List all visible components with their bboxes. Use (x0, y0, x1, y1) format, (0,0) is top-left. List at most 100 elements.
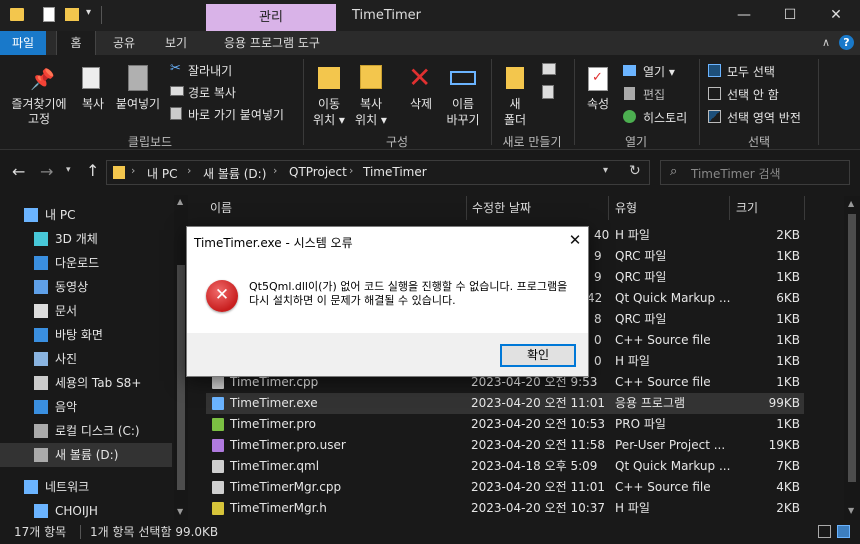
tab-file[interactable]: 파일 (0, 31, 46, 55)
column-header-type[interactable]: 유형 (615, 196, 637, 220)
new-folder-quick-icon[interactable] (65, 8, 79, 21)
nav-item-label: 문서 (55, 304, 78, 318)
scroll-down-icon[interactable]: ▼ (177, 507, 183, 516)
nav-item-label: 3D 개체 (55, 232, 98, 246)
scroll-up-icon[interactable]: ▲ (177, 197, 183, 206)
paste-shortcut-label: 바로 가기 붙여넣기 (188, 108, 284, 122)
recent-locations-icon[interactable]: ▾ (66, 165, 71, 175)
back-arrow-icon[interactable]: ← (12, 162, 25, 181)
column-header-modified[interactable]: 수정한 날짜 (472, 196, 531, 220)
list-scrollbar[interactable]: ▲ ▼ (844, 196, 860, 520)
address-bar[interactable]: › 내 PC › 새 볼륨 (D:) › QTProject › TimeTim… (106, 160, 650, 185)
breadcrumb-qtproject[interactable]: QTProject (289, 165, 347, 179)
dialog-close-button[interactable]: ✕ (565, 230, 585, 250)
search-icon: ⌕ (670, 164, 678, 179)
minimize-icon: — (737, 7, 751, 23)
column-divider[interactable] (729, 196, 730, 220)
nav-item[interactable]: 3D 개체 (0, 227, 172, 251)
large-icons-view-icon[interactable] (837, 525, 850, 538)
nav-item-label: 사진 (55, 352, 78, 366)
easy-access-icon[interactable] (542, 85, 554, 99)
nav-item[interactable]: 내 PC (0, 203, 172, 227)
quick-access-dropdown-icon[interactable]: ▾ (86, 7, 91, 18)
pc-icon (24, 208, 38, 222)
tab-app-tools[interactable]: 응용 프로그램 도구 (210, 31, 334, 55)
delete-button[interactable]: ✕ 삭제 (402, 59, 440, 129)
properties-icon: ✓ (588, 67, 608, 91)
breadcrumb-pc[interactable]: 내 PC (147, 165, 177, 182)
new-folder-button[interactable]: 새 폴더 (498, 59, 532, 129)
select-none-label: 선택 안 함 (727, 88, 779, 102)
file-name: TimeTimerMgr.h (230, 501, 327, 515)
invert-selection-label: 선택 영역 반전 (727, 111, 801, 125)
nav-item[interactable]: 네트워크 (0, 475, 172, 499)
column-header-name[interactable]: 이름 (210, 196, 232, 220)
breadcrumb-timetimer[interactable]: TimeTimer (363, 165, 427, 179)
nav-item[interactable]: 다운로드 (0, 251, 172, 275)
properties-quick-icon[interactable] (43, 7, 55, 22)
maximize-button[interactable]: ☐ (767, 0, 813, 31)
title-bar: ▾ 관리 TimeTimer — ☐ ✕ (0, 0, 860, 31)
move-to-label: 이동 (317, 97, 341, 111)
nav-item-label: 새 볼륨 (D:) (55, 448, 119, 462)
help-icon[interactable]: ? (839, 35, 854, 50)
tab-view[interactable]: 보기 (156, 31, 196, 55)
file-row[interactable]: TimeTimer.pro 2023-04-20 오전 10:53 PRO 파일 1K… (206, 414, 804, 435)
nav-item-label: 세용의 Tab S8+ (55, 376, 142, 390)
forward-arrow-icon[interactable]: → (40, 162, 53, 181)
move-to-button[interactable]: 이동 위치 ▾ (310, 59, 348, 129)
new-item-icon[interactable] (542, 63, 556, 75)
file-row[interactable]: TimeTimer.exe 2023-04-20 오전 11:01 응용 프로그램 9… (206, 393, 804, 414)
nav-item-label: 바탕 화면 (55, 328, 103, 342)
file-type: 응용 프로그램 (615, 396, 686, 410)
ok-button[interactable]: 확인 (500, 344, 576, 367)
chevron-right-icon: › (273, 164, 278, 177)
list-scroll-thumb[interactable] (848, 214, 856, 482)
address-dropdown-icon[interactable]: ▾ (603, 165, 608, 176)
scroll-down-icon[interactable]: ▼ (848, 506, 854, 515)
up-arrow-icon[interactable]: ↑ (86, 161, 99, 180)
ribbon-divider (303, 59, 304, 145)
file-row[interactable]: TimeTimer.pro.user 2023-04-20 오전 11:58 Per… (206, 435, 804, 456)
minimize-button[interactable]: — (721, 0, 767, 31)
nav-item[interactable]: 새 볼륨 (D:) (0, 443, 172, 467)
edit-icon (624, 87, 635, 100)
tab-share[interactable]: 공유 (104, 31, 144, 55)
collapse-ribbon-icon[interactable]: ∧ (822, 36, 830, 49)
nav-item[interactable]: 세용의 Tab S8+ (0, 371, 172, 395)
close-button[interactable]: ✕ (813, 0, 859, 31)
paste-icon (128, 65, 148, 91)
column-divider[interactable] (608, 196, 609, 220)
file-row[interactable]: TimeTimer.qml 2023-04-18 오후 5:09 Qt Quick … (206, 456, 804, 477)
context-tab-manage[interactable]: 관리 (206, 4, 336, 31)
paste-button[interactable]: 붙여넣기 (112, 59, 164, 129)
search-box[interactable]: ⌕ TimeTimer 검색 (660, 160, 850, 185)
nav-scroll-thumb[interactable] (177, 265, 185, 490)
nav-item[interactable]: 문서 (0, 299, 172, 323)
nav-item-label: 다운로드 (55, 256, 100, 270)
nav-item[interactable]: 음악 (0, 395, 172, 419)
nav-item[interactable]: 동영상 (0, 275, 172, 299)
rename-button[interactable]: 이름 바꾸기 (442, 59, 484, 129)
refresh-icon[interactable]: ↻ (629, 163, 641, 179)
copy-button[interactable]: 복사 (76, 59, 110, 129)
column-divider[interactable] (466, 196, 467, 220)
copy-to-button[interactable]: 복사 위치 ▾ (352, 59, 390, 129)
scroll-up-icon[interactable]: ▲ (848, 199, 854, 208)
details-view-icon[interactable] (818, 525, 831, 538)
tab-home[interactable]: 홈 (56, 31, 96, 55)
close-icon: ✕ (568, 231, 582, 249)
file-size: 1KB (776, 354, 800, 368)
h-file-icon (212, 502, 224, 515)
properties-button[interactable]: ✓ 속성 (580, 59, 616, 129)
file-row[interactable]: TimeTimerMgr.cpp 2023-04-20 오전 11:01 C++ S… (206, 477, 804, 498)
pin-button[interactable]: 📌 즐겨찾기에 고정 (4, 59, 74, 129)
nav-item[interactable]: 사진 (0, 347, 172, 371)
nav-item[interactable]: 로컬 디스크 (C:) (0, 419, 172, 443)
delete-icon: ✕ (408, 61, 432, 94)
nav-item[interactable]: 바탕 화면 (0, 323, 172, 347)
file-row[interactable]: TimeTimerMgr.h 2023-04-20 오전 10:37 H 파일 2KB (206, 498, 804, 519)
column-divider[interactable] (804, 196, 805, 220)
breadcrumb-drive[interactable]: 새 볼륨 (D:) (203, 165, 266, 182)
column-header-size[interactable]: 크기 (736, 196, 758, 220)
